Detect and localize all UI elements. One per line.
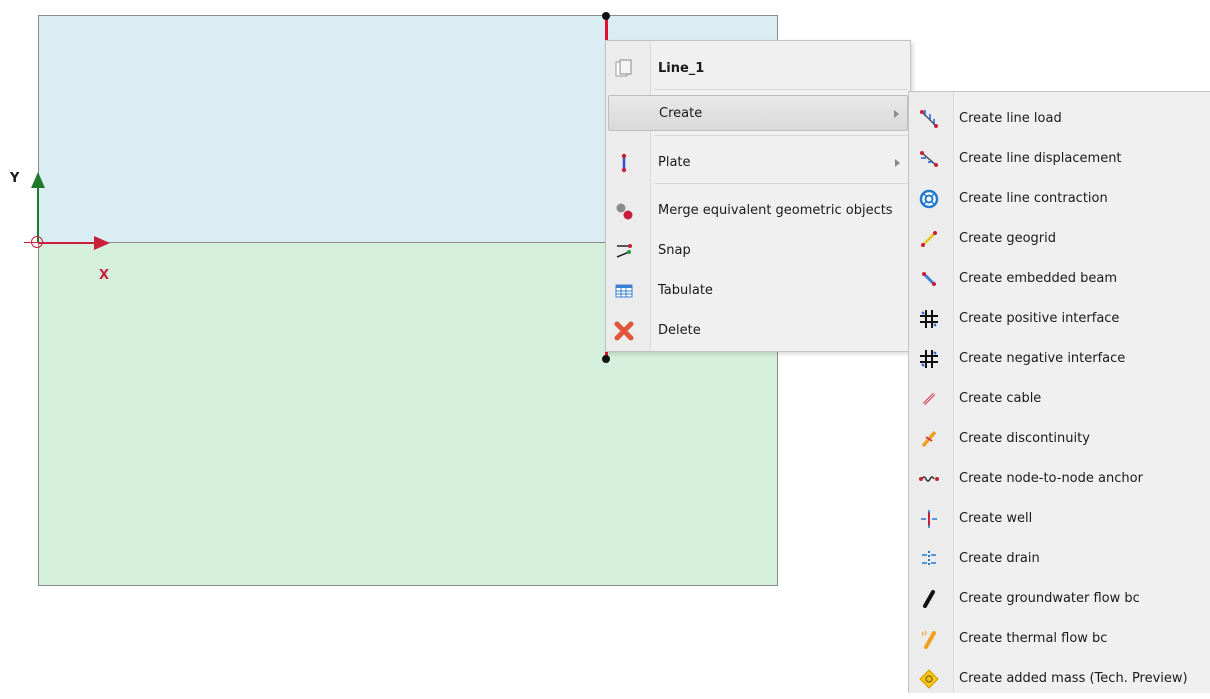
well-icon <box>918 508 940 530</box>
menu-item-label: Merge equivalent geometric objects <box>658 203 893 218</box>
menu-separator <box>654 135 908 136</box>
submenu-item-groundwater-flow-bc[interactable]: Create groundwater flow bc <box>909 579 1210 619</box>
menu-item-delete[interactable]: Delete <box>608 313 908 349</box>
line-start-node[interactable] <box>602 12 610 20</box>
submenu-item-positive-interface[interactable]: Create positive interface <box>909 299 1210 339</box>
submenu-item-label: Create drain <box>959 551 1040 566</box>
x-axis-label: X <box>99 268 110 283</box>
negative-interface-icon <box>918 348 940 370</box>
submenu-item-well[interactable]: Create well <box>909 499 1210 539</box>
submenu-item-drain[interactable]: Create drain <box>909 539 1210 579</box>
submenu-item-label: Create groundwater flow bc <box>959 591 1140 606</box>
node-to-node-anchor-icon <box>918 468 940 490</box>
menu-item-label: Snap <box>658 243 691 258</box>
submenu-item-embedded-beam[interactable]: Create embedded beam <box>909 259 1210 299</box>
origin-marker-icon <box>31 236 43 248</box>
added-mass-icon <box>918 668 940 690</box>
discontinuity-icon <box>918 428 940 450</box>
context-menu: Line_1 Create Plate Merge equivalent geo… <box>605 40 911 352</box>
menu-item-merge[interactable]: Merge equivalent geometric objects <box>608 193 908 229</box>
submenu-item-label: Create node-to-node anchor <box>959 471 1143 486</box>
submenu-item-label: Create geogrid <box>959 231 1056 246</box>
submenu-arrow-icon <box>895 159 900 167</box>
snap-icon <box>614 241 634 261</box>
line-end-node[interactable] <box>602 355 610 363</box>
submenu-item-line-contraction[interactable]: Create line contraction <box>909 179 1210 219</box>
groundwater-flow-bc-icon <box>918 588 940 610</box>
table-icon <box>614 281 634 301</box>
submenu-item-label: Create embedded beam <box>959 271 1118 286</box>
menu-item-snap[interactable]: Snap <box>608 233 908 269</box>
submenu-item-label: Create line displacement <box>959 151 1122 166</box>
geogrid-icon <box>918 228 940 250</box>
submenu-item-label: Create negative interface <box>959 351 1126 366</box>
create-submenu: Create line load Create line displacemen… <box>908 91 1210 693</box>
line-load-icon <box>918 108 940 130</box>
menu-separator <box>654 89 908 90</box>
embedded-beam-icon <box>918 268 940 290</box>
menu-item-label: Delete <box>658 323 701 338</box>
merge-icon <box>614 201 634 221</box>
document-icon <box>614 59 634 79</box>
y-axis-line <box>37 186 39 243</box>
submenu-item-added-mass[interactable]: Create added mass (Tech. Preview) <box>909 659 1210 699</box>
submenu-item-label: Create line contraction <box>959 191 1108 206</box>
thermal-flow-bc-icon <box>918 628 940 650</box>
menu-item-plate[interactable]: Plate <box>608 145 908 181</box>
menu-header-line-1: Line_1 <box>608 51 908 87</box>
submenu-item-label: Create discontinuity <box>959 431 1090 446</box>
y-axis-label: Y <box>10 171 20 186</box>
line-displacement-icon <box>918 148 940 170</box>
menu-item-tabulate[interactable]: Tabulate <box>608 273 908 309</box>
submenu-item-label: Create thermal flow bc <box>959 631 1108 646</box>
menu-item-label: Create <box>659 106 703 121</box>
plate-icon <box>614 153 634 173</box>
x-axis-line <box>38 242 98 244</box>
cable-icon <box>918 388 940 410</box>
submenu-item-label: Create well <box>959 511 1033 526</box>
submenu-item-label: Create positive interface <box>959 311 1120 326</box>
drain-icon <box>918 548 940 570</box>
menu-item-label: Plate <box>658 155 691 170</box>
submenu-arrow-icon <box>894 110 899 118</box>
submenu-item-thermal-flow-bc[interactable]: Create thermal flow bc <box>909 619 1210 659</box>
submenu-item-discontinuity[interactable]: Create discontinuity <box>909 419 1210 459</box>
delete-x-icon <box>614 321 634 341</box>
menu-header-label: Line_1 <box>658 61 705 76</box>
submenu-item-negative-interface[interactable]: Create negative interface <box>909 339 1210 379</box>
positive-interface-icon <box>918 308 940 330</box>
submenu-item-cable[interactable]: Create cable <box>909 379 1210 419</box>
y-axis-arrow-icon <box>31 172 45 188</box>
submenu-item-label: Create added mass (Tech. Preview) <box>959 671 1188 686</box>
submenu-item-line-load[interactable]: Create line load <box>909 99 1210 139</box>
menu-item-create[interactable]: Create <box>608 95 908 131</box>
submenu-item-label: Create cable <box>959 391 1042 406</box>
submenu-item-node-to-node-anchor[interactable]: Create node-to-node anchor <box>909 459 1210 499</box>
line-contraction-icon <box>918 188 940 210</box>
menu-separator <box>654 183 908 184</box>
submenu-item-line-displacement[interactable]: Create line displacement <box>909 139 1210 179</box>
submenu-item-label: Create line load <box>959 111 1062 126</box>
x-axis-arrow-icon <box>94 236 110 250</box>
submenu-item-geogrid[interactable]: Create geogrid <box>909 219 1210 259</box>
menu-item-label: Tabulate <box>658 283 713 298</box>
